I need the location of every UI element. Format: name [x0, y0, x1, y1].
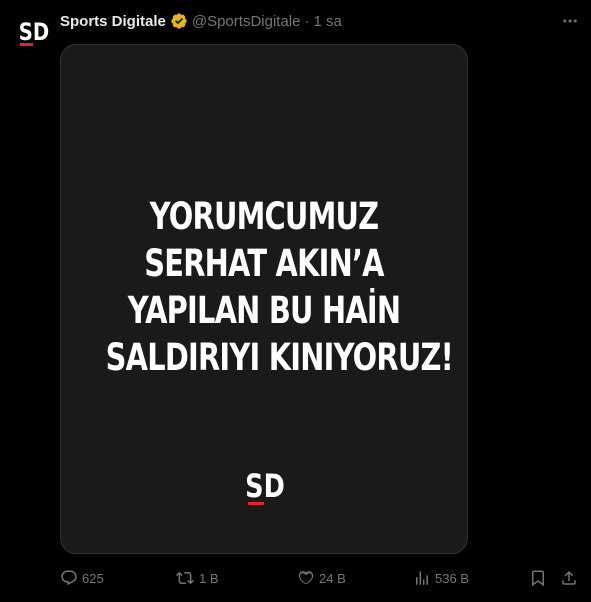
headline-line: YAPILAN BU HAİN — [127, 289, 401, 332]
author-name[interactable]: Sports Digitale — [60, 13, 166, 30]
more-dots-icon[interactable] — [560, 11, 580, 31]
like-button[interactable]: 24 B — [297, 566, 346, 590]
media-sd-logo: SD — [245, 463, 285, 514]
separator-dot: · — [304, 12, 310, 30]
heart-icon — [298, 571, 314, 585]
timestamp[interactable]: 1 sa — [313, 13, 341, 30]
repost-icon — [176, 571, 194, 585]
verified-badge-icon[interactable] — [170, 12, 188, 30]
headline-line: SALDIRIYI KINIYORUZ! — [105, 336, 454, 379]
views-count: 536 B — [435, 570, 469, 586]
bookmark-button[interactable] — [529, 566, 547, 590]
svg-text:SD: SD — [245, 467, 285, 505]
repost-button[interactable]: 1 B — [175, 566, 219, 590]
share-button[interactable] — [560, 566, 578, 590]
views-button[interactable]: 536 B — [413, 566, 469, 590]
repost-count: 1 B — [199, 570, 219, 586]
share-icon — [562, 570, 576, 585]
tweet-actions: 625 1 B 24 B 536 B — [60, 566, 580, 590]
logo-accent-bar — [248, 502, 264, 505]
headline-line: YORUMCUMUZ — [149, 195, 379, 238]
logo-accent-bar — [20, 43, 33, 46]
headline-line: SERHAT AKIN’A — [144, 242, 384, 285]
tweet-media-image[interactable]: YORUMCUMUZ SERHAT AKIN’A YAPILAN BU HAİN… — [60, 44, 468, 554]
bookmark-icon — [532, 570, 544, 587]
reply-icon — [61, 570, 77, 586]
tweet-header: Sports Digitale @SportsDigitale · 1 sa — [60, 11, 342, 31]
media-headline: YORUMCUMUZ SERHAT AKIN’A YAPILAN BU HAİN… — [105, 193, 454, 381]
reply-count: 625 — [82, 570, 104, 586]
tweet[interactable]: SD Sports Digitale @SportsDigitale · 1 s… — [0, 0, 591, 602]
author-handle[interactable]: @SportsDigitale — [192, 13, 301, 30]
reply-button[interactable]: 625 — [60, 566, 104, 590]
like-count: 24 B — [319, 570, 346, 586]
svg-text:SD: SD — [19, 19, 50, 46]
sd-logo-icon: SD — [19, 19, 50, 46]
avatar[interactable]: SD — [14, 11, 54, 51]
views-icon — [416, 571, 428, 585]
